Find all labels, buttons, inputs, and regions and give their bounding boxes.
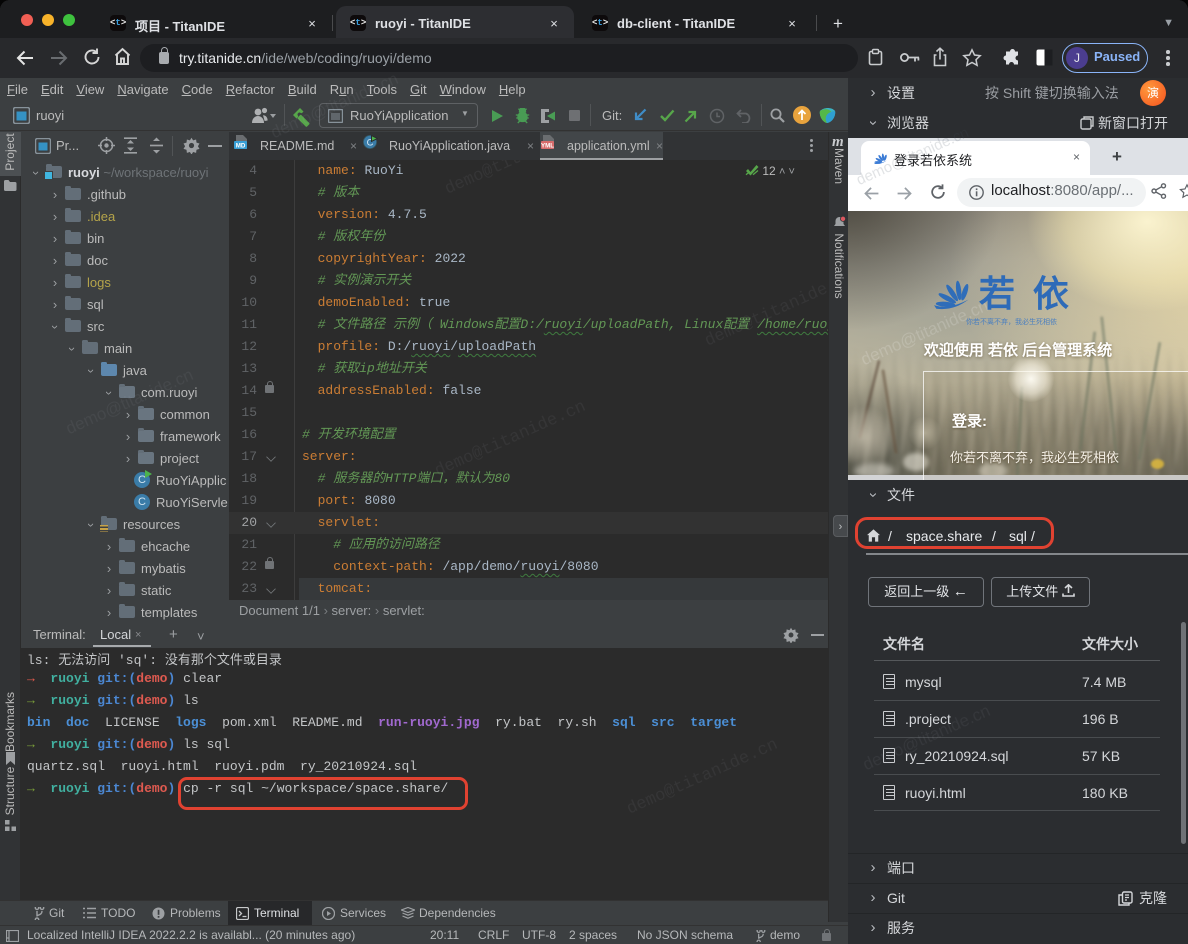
- svg-text:MD: MD: [236, 142, 246, 149]
- svg-text:YML: YML: [541, 142, 554, 149]
